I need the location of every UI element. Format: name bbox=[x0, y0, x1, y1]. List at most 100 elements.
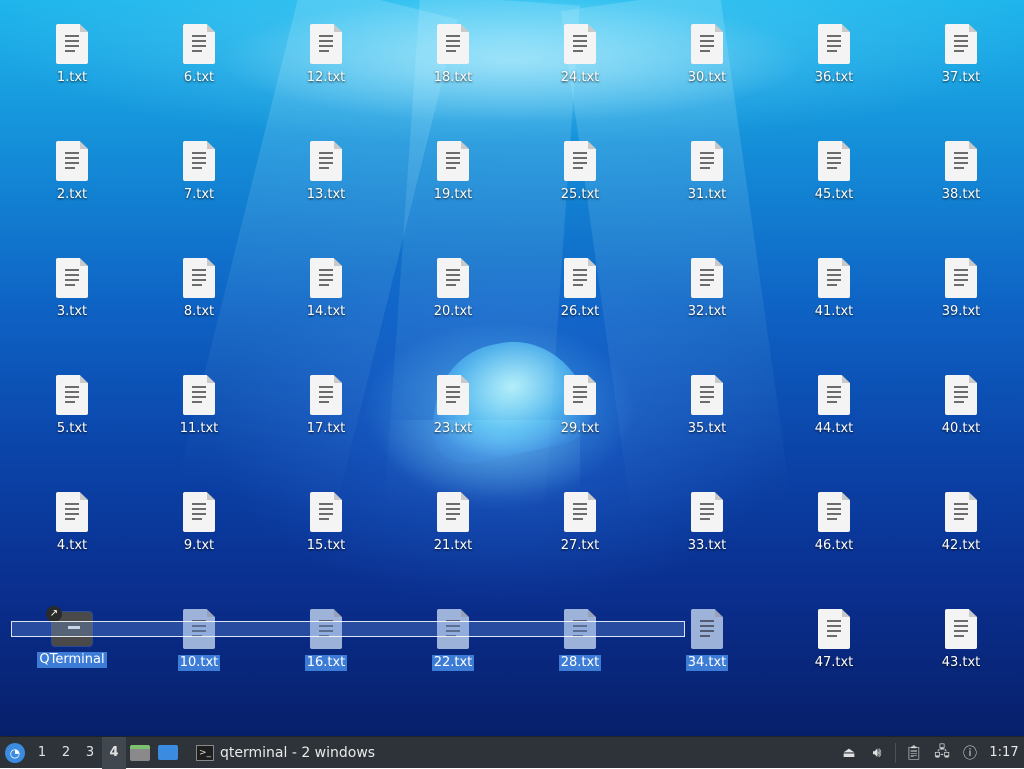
clock[interactable]: 1:17 bbox=[984, 745, 1024, 760]
show-desktop-button[interactable] bbox=[154, 737, 182, 769]
desktop-icon-file[interactable]: 25.txt bbox=[525, 117, 635, 227]
workspace-2[interactable]: 2 bbox=[54, 737, 78, 769]
symlink-arrow-icon: ↗ bbox=[46, 606, 62, 622]
desktop-icon-file[interactable]: 28.txt bbox=[525, 585, 635, 695]
icon-label: 43.txt bbox=[941, 655, 981, 670]
desktop-icon-file[interactable]: 23.txt bbox=[398, 351, 508, 461]
desktop-icon-file[interactable]: 18.txt bbox=[398, 0, 508, 110]
desktop-icon-file[interactable]: 8.txt bbox=[144, 234, 254, 344]
workspace-4[interactable]: 4 bbox=[102, 736, 126, 769]
desktop-icon-file[interactable]: 15.txt bbox=[271, 468, 381, 578]
icon-label: 6.txt bbox=[183, 70, 215, 85]
desktop-icon-file[interactable]: 4.txt bbox=[17, 468, 127, 578]
text-file-icon bbox=[945, 24, 977, 64]
desktop-icon-file[interactable]: 20.txt bbox=[398, 234, 508, 344]
desktop-icon-file[interactable]: 14.txt bbox=[271, 234, 381, 344]
icon-label: 37.txt bbox=[941, 70, 981, 85]
text-file-icon bbox=[691, 24, 723, 64]
desktop-icon-file[interactable]: 33.txt bbox=[652, 468, 762, 578]
text-file-icon bbox=[437, 375, 469, 415]
text-file-icon bbox=[945, 609, 977, 649]
desktop-icon-file[interactable]: 35.txt bbox=[652, 351, 762, 461]
text-file-icon bbox=[564, 375, 596, 415]
text-file-icon bbox=[183, 24, 215, 64]
icon-label: 11.txt bbox=[179, 421, 219, 436]
icon-label: 12.txt bbox=[306, 70, 346, 85]
desktop-icon-file[interactable]: 46.txt bbox=[779, 468, 889, 578]
text-file-icon bbox=[818, 375, 850, 415]
icon-label: 31.txt bbox=[687, 187, 727, 202]
desktop-icon-file[interactable]: 41.txt bbox=[779, 234, 889, 344]
desktop-icon-file[interactable]: 42.txt bbox=[906, 468, 1016, 578]
clipboard-icon[interactable]: 📋︎ bbox=[900, 737, 928, 769]
start-menu-button[interactable]: ◔ bbox=[0, 737, 30, 769]
file-manager-launcher[interactable] bbox=[126, 737, 154, 769]
desktop-icon-file[interactable]: 9.txt bbox=[144, 468, 254, 578]
desktop-icon-file[interactable]: 2.txt bbox=[17, 117, 127, 227]
desktop-icon-file[interactable]: 45.txt bbox=[779, 117, 889, 227]
eject-icon[interactable]: ⏏ bbox=[835, 737, 863, 769]
icon-label: 25.txt bbox=[560, 187, 600, 202]
desktop-icon-file[interactable]: 43.txt bbox=[906, 585, 1016, 695]
icon-label: 8.txt bbox=[183, 304, 215, 319]
desktop-icon-file[interactable]: 11.txt bbox=[144, 351, 254, 461]
desktop-icon-qterminal[interactable]: ↗ QTerminal bbox=[17, 585, 127, 695]
icon-label: 9.txt bbox=[183, 538, 215, 553]
icon-label: 42.txt bbox=[941, 538, 981, 553]
desktop-icon-file[interactable]: 40.txt bbox=[906, 351, 1016, 461]
workspace-1[interactable]: 1 bbox=[30, 737, 54, 769]
icon-label: 24.txt bbox=[560, 70, 600, 85]
desktop-icon-file[interactable]: 22.txt bbox=[398, 585, 508, 695]
desktop-icon-file[interactable]: 37.txt bbox=[906, 0, 1016, 110]
desktop-icon-file[interactable]: 44.txt bbox=[779, 351, 889, 461]
desktop[interactable]: 1.txt 6.txt 12.txt 18.txt 24.txt 30.txt 36.txt… bbox=[0, 0, 1024, 736]
desktop-icon-file[interactable]: 13.txt bbox=[271, 117, 381, 227]
desktop-icon-file[interactable]: 36.txt bbox=[779, 0, 889, 110]
taskbar: ◔ 1 2 3 4 >_ qterminal - 2 windows ⏏ 🔊︎ … bbox=[0, 736, 1024, 769]
desktop-icon-file[interactable]: 24.txt bbox=[525, 0, 635, 110]
text-file-icon bbox=[945, 141, 977, 181]
icon-label: 26.txt bbox=[560, 304, 600, 319]
desktop-icon-file[interactable]: 6.txt bbox=[144, 0, 254, 110]
text-file-icon bbox=[183, 258, 215, 298]
text-file-icon bbox=[310, 141, 342, 181]
workspace-3[interactable]: 3 bbox=[78, 737, 102, 769]
icon-label: 4.txt bbox=[56, 538, 88, 553]
text-file-icon bbox=[56, 258, 88, 298]
update-notifier-icon[interactable]: ⓘ bbox=[956, 737, 984, 769]
desktop-icon-file[interactable]: 12.txt bbox=[271, 0, 381, 110]
show-desktop-icon bbox=[158, 745, 178, 760]
desktop-icon-file[interactable]: 47.txt bbox=[779, 585, 889, 695]
icon-label: 3.txt bbox=[56, 304, 88, 319]
desktop-icon-file[interactable]: 19.txt bbox=[398, 117, 508, 227]
desktop-icon-file[interactable]: 1.txt bbox=[17, 0, 127, 110]
desktop-icon-file[interactable]: 10.txt bbox=[144, 585, 254, 695]
desktop-icon-file[interactable]: 16.txt bbox=[271, 585, 381, 695]
icon-label: 30.txt bbox=[687, 70, 727, 85]
taskbar-task-qterminal[interactable]: >_ qterminal - 2 windows bbox=[190, 737, 381, 769]
network-icon[interactable]: 🖧 bbox=[928, 737, 956, 769]
icon-label: 46.txt bbox=[814, 538, 854, 553]
text-file-icon bbox=[310, 24, 342, 64]
desktop-icon-file[interactable]: 34.txt bbox=[652, 585, 762, 695]
desktop-icon-file[interactable]: 21.txt bbox=[398, 468, 508, 578]
desktop-icon-file[interactable]: 30.txt bbox=[652, 0, 762, 110]
volume-icon[interactable]: 🔊︎ bbox=[863, 737, 891, 769]
desktop-icon-file[interactable]: 3.txt bbox=[17, 234, 127, 344]
desktop-icon-file[interactable]: 7.txt bbox=[144, 117, 254, 227]
text-file-icon bbox=[437, 141, 469, 181]
desktop-icon-file[interactable]: 31.txt bbox=[652, 117, 762, 227]
desktop-icon-file[interactable]: 29.txt bbox=[525, 351, 635, 461]
desktop-icon-file[interactable]: 39.txt bbox=[906, 234, 1016, 344]
desktop-icon-file[interactable]: 32.txt bbox=[652, 234, 762, 344]
icon-label: 47.txt bbox=[814, 655, 854, 670]
desktop-icon-file[interactable]: 26.txt bbox=[525, 234, 635, 344]
desktop-icon-file[interactable]: 17.txt bbox=[271, 351, 381, 461]
icon-label: 16.txt bbox=[304, 655, 348, 671]
icon-label: 5.txt bbox=[56, 421, 88, 436]
text-file-icon bbox=[564, 492, 596, 532]
desktop-icon-file[interactable]: 5.txt bbox=[17, 351, 127, 461]
text-file-icon bbox=[437, 492, 469, 532]
desktop-icon-file[interactable]: 27.txt bbox=[525, 468, 635, 578]
desktop-icon-file[interactable]: 38.txt bbox=[906, 117, 1016, 227]
